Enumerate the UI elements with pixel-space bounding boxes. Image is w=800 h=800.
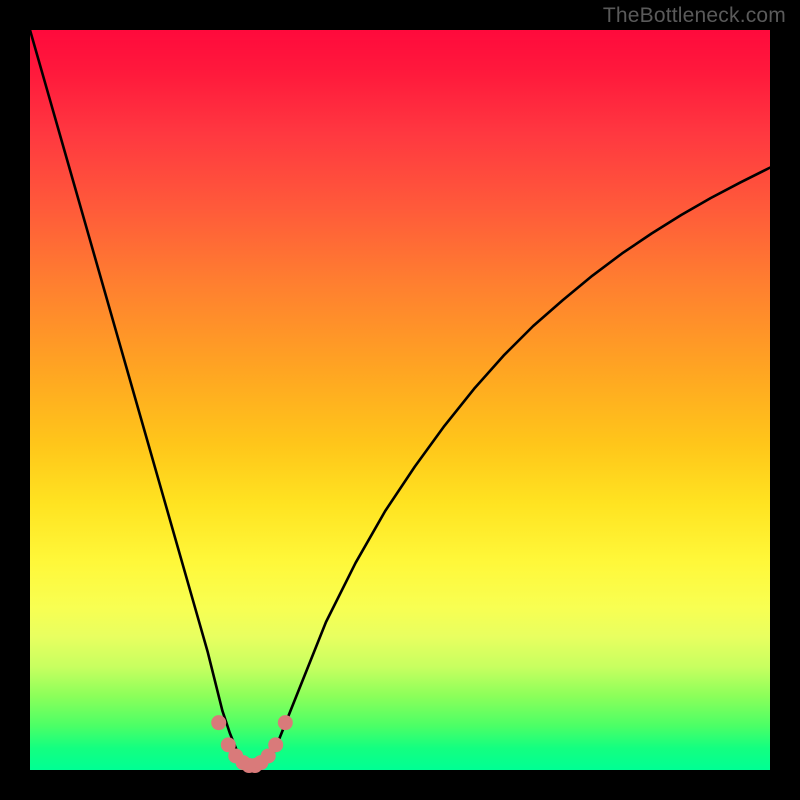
chart-frame: TheBottleneck.com <box>0 0 800 800</box>
marker-dot <box>268 737 283 752</box>
plot-area <box>30 30 770 770</box>
marker-dot <box>278 715 293 730</box>
bottleneck-curve <box>30 30 770 766</box>
marker-dot <box>211 715 226 730</box>
highlight-markers <box>211 715 293 773</box>
curve-svg <box>30 30 770 770</box>
watermark-text: TheBottleneck.com <box>603 4 786 28</box>
